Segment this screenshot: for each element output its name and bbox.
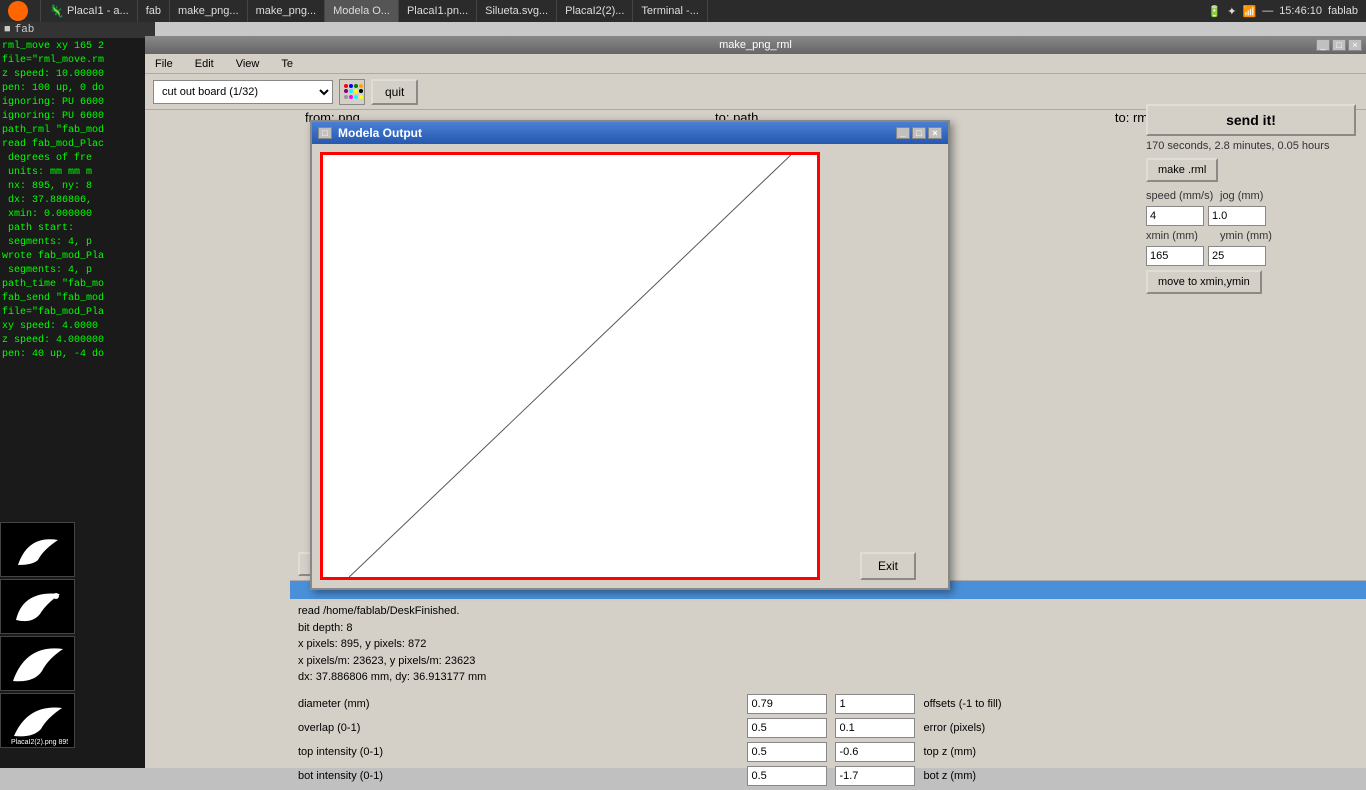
taskbar-terminal[interactable]: Terminal -...: [633, 0, 707, 22]
lizard-thumb-2[interactable]: [0, 579, 75, 634]
bot-intensity-input-1[interactable]: [747, 766, 827, 786]
diameter-input-1[interactable]: [747, 694, 827, 714]
modela-titlebar: □ Modela Output _ □ ×: [312, 122, 948, 144]
minimize-button[interactable]: _: [1316, 39, 1330, 51]
bottom-params: diameter (mm) offsets (-1 to fill) overl…: [290, 690, 1366, 790]
jog-input[interactable]: [1208, 206, 1266, 226]
top-z-label: top z (mm): [923, 746, 1358, 758]
menu-edit[interactable]: Edit: [189, 56, 220, 72]
modela-right-panel: Exit: [828, 144, 948, 588]
log-line-5: dx: 37.886806 mm, dy: 36.913177 mm: [298, 669, 1358, 686]
speed-inputs: [1146, 206, 1356, 226]
modela-menu-btn[interactable]: □: [318, 127, 332, 139]
timing-display: 170 seconds, 2.8 minutes, 0.05 hours: [1146, 140, 1356, 152]
xmin-ymin-inputs: [1146, 246, 1356, 266]
exit-button[interactable]: Exit: [860, 552, 916, 580]
modela-svg: [323, 155, 817, 577]
send-it-button[interactable]: send it!: [1146, 104, 1356, 136]
modela-win-controls: _ □ ×: [896, 127, 942, 139]
ymin-input[interactable]: [1208, 246, 1266, 266]
ymin-label: ymin (mm): [1220, 230, 1290, 242]
menu-te[interactable]: Te: [275, 56, 299, 72]
error-label: error (pixels): [923, 722, 1358, 734]
make-rml-button[interactable]: make .rml: [1146, 158, 1218, 182]
modela-title: Modela Output: [338, 126, 422, 140]
taskbar: 🦎 PlacaI1 - a... fab make_png... make_pn…: [0, 0, 1366, 22]
modela-maximize-btn[interactable]: □: [912, 127, 926, 139]
fablab-label: fablab: [1328, 5, 1358, 17]
taskbar-right: 🔋 ✦ 📶 — 15:46:10 fablab: [1200, 5, 1366, 18]
taskbar-silueta[interactable]: Silueta.svg...: [477, 0, 557, 22]
svg-text:PlacaI2(2).png 895 x 8: PlacaI2(2).png 895 x 8: [11, 739, 68, 746]
modela-canvas: [320, 152, 820, 580]
speed-label: speed (mm/s): [1146, 190, 1216, 202]
speed-input[interactable]: [1146, 206, 1204, 226]
log-line-3: x pixels: 895, y pixels: 872: [298, 636, 1358, 653]
speed-row: speed (mm/s) jog (mm): [1146, 190, 1356, 202]
move-to-xmin-button[interactable]: move to xmin,ymin: [1146, 270, 1262, 294]
color-grid-button[interactable]: [339, 79, 365, 105]
bot-z-label: bot z (mm): [923, 770, 1358, 782]
clock: 15:46:10: [1279, 5, 1322, 17]
taskbar-placai2[interactable]: PlacaI2(2)...: [557, 0, 633, 22]
top-intensity-input-2[interactable]: [835, 742, 915, 762]
window-controls: _ □ ×: [1316, 39, 1362, 51]
lizard-thumb-3[interactable]: [0, 636, 75, 691]
menu-file[interactable]: File: [149, 56, 179, 72]
overlap-label: overlap (0-1): [298, 722, 739, 734]
wifi-icon: 📶: [1242, 5, 1256, 18]
overlap-input-1[interactable]: [747, 718, 827, 738]
log-line-1: read /home/fablab/DeskFinished.: [298, 603, 1358, 620]
maximize-button[interactable]: □: [1332, 39, 1346, 51]
xmin-ymin-labels: xmin (mm) ymin (mm): [1146, 230, 1356, 242]
volume-icon: —: [1262, 5, 1273, 17]
window-title: make_png_rml: [719, 39, 792, 51]
make-png-titlebar: make_png_rml _ □ ×: [145, 36, 1366, 54]
taskbar-placai1-png[interactable]: PlacaI1.pn...: [399, 0, 477, 22]
overlap-input-2[interactable]: [835, 718, 915, 738]
lizard-thumb-1[interactable]: [0, 522, 75, 577]
bluetooth-icon: ✦: [1227, 5, 1236, 18]
top-intensity-label: top intensity (0-1): [298, 746, 739, 758]
rml-panel: send it! 170 seconds, 2.8 minutes, 0.05 …: [1146, 104, 1356, 294]
bot-intensity-label: bot intensity (0-1): [298, 770, 739, 782]
log-line-4: x pixels/m: 23623, y pixels/m: 23623: [298, 653, 1358, 670]
diameter-label: diameter (mm): [298, 698, 739, 710]
modela-content: Exit: [312, 144, 948, 588]
log-line-2: bit depth: 8: [298, 620, 1358, 637]
firefox-icon: [8, 1, 28, 21]
modela-dialog: □ Modela Output _ □ × Exit: [310, 120, 950, 590]
taskbar-logo: [0, 0, 41, 22]
menubar: File Edit View Te: [145, 54, 1366, 74]
modela-minimize-btn[interactable]: _: [896, 127, 910, 139]
taskbar-fab[interactable]: fab: [138, 0, 170, 22]
taskbar-placai1[interactable]: 🦎 PlacaI1 - a...: [41, 0, 138, 22]
lizard-sidebar: PlacaI2(2).png 895 x 8: [0, 22, 80, 768]
close-button[interactable]: ×: [1348, 39, 1362, 51]
taskbar-make-png2[interactable]: make_png...: [248, 0, 326, 22]
xmin-label: xmin (mm): [1146, 230, 1216, 242]
diameter-input-2[interactable]: [835, 694, 915, 714]
taskbar-modela[interactable]: Modela O...: [325, 0, 399, 22]
taskbar-make-png1[interactable]: make_png...: [170, 0, 248, 22]
mode-dropdown[interactable]: cut out board (1/32): [153, 80, 333, 104]
xmin-input[interactable]: [1146, 246, 1204, 266]
main-window: ■ fab rml_move xy 165 2 file="rml_move.r…: [0, 22, 1366, 768]
top-intensity-input-1[interactable]: [747, 742, 827, 762]
lizard-thumb-4[interactable]: PlacaI2(2).png 895 x 8: [0, 693, 75, 748]
jog-label: jog (mm): [1220, 190, 1290, 202]
quit-button[interactable]: quit: [371, 79, 418, 105]
battery-icon: 🔋: [1208, 5, 1222, 18]
offsets-label: offsets (-1 to fill): [923, 698, 1358, 710]
menu-view[interactable]: View: [230, 56, 266, 72]
log-area: read /home/fablab/DeskFinished. bit dept…: [290, 599, 1366, 690]
bot-intensity-input-2[interactable]: [835, 766, 915, 786]
modela-close-btn[interactable]: ×: [928, 127, 942, 139]
